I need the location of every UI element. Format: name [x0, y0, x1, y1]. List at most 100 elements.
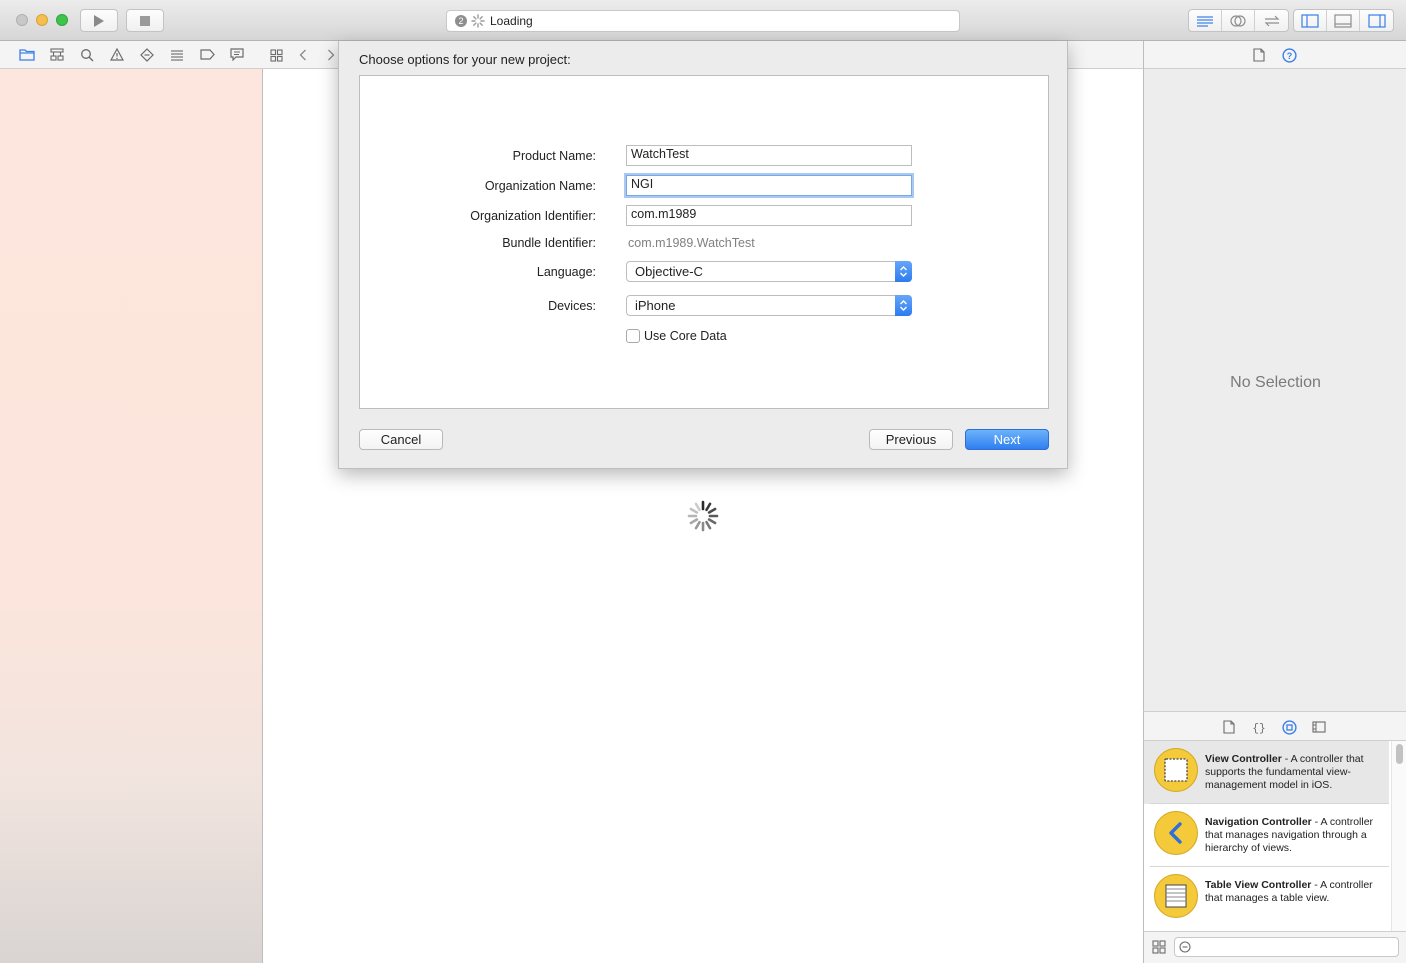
- grid-icon[interactable]: [1152, 940, 1166, 954]
- right-panel-icon: [1367, 13, 1386, 28]
- go-back-button[interactable]: [293, 45, 313, 65]
- film-icon: [1312, 721, 1326, 733]
- chevron-left-icon: [299, 49, 306, 61]
- debug-navigator-tab[interactable]: [162, 45, 192, 65]
- activity-text: Loading: [490, 14, 533, 28]
- toggle-navigator-button[interactable]: [1294, 10, 1327, 31]
- file-inspector-tab[interactable]: [1249, 45, 1269, 65]
- updown-chevron-icon: [895, 295, 912, 316]
- organization-name-label: Organization Name:: [484, 179, 596, 193]
- organization-identifier-field[interactable]: com.m1989: [626, 205, 912, 226]
- editor-mode-control: [1188, 9, 1289, 32]
- devices-value: iPhone: [635, 298, 676, 313]
- organization-identifier-label: Organization Identifier:: [470, 209, 596, 223]
- language-label: Language:: [536, 265, 596, 279]
- diamond-icon: [140, 47, 154, 62]
- navigator-area: [0, 69, 263, 963]
- view-controller-icon: [1154, 748, 1198, 792]
- devices-popup[interactable]: iPhone: [626, 295, 912, 316]
- symbol-navigator-tab[interactable]: [42, 45, 72, 65]
- left-panel-icon: [1301, 13, 1319, 28]
- table-view-controller-icon: [1154, 874, 1198, 918]
- file-template-library-tab[interactable]: [1219, 717, 1239, 737]
- find-navigator-tab[interactable]: [72, 45, 102, 65]
- code-snippet-library-tab[interactable]: {}: [1249, 717, 1269, 737]
- braces-icon: {}: [1252, 723, 1265, 734]
- xcode-window: 2 Loading ? No Selection {} View Control…: [0, 0, 1406, 963]
- close-window-button[interactable]: [16, 14, 28, 26]
- quick-help-tab[interactable]: ?: [1279, 45, 1299, 65]
- previous-button[interactable]: Previous: [869, 429, 953, 450]
- no-selection-label: No Selection: [1230, 374, 1321, 391]
- library-scrollbar[interactable]: [1391, 741, 1406, 931]
- filter-icon: [1179, 941, 1191, 953]
- tag-icon: [199, 49, 215, 60]
- library-filter-input[interactable]: [1174, 937, 1399, 957]
- folder-icon: [19, 49, 35, 61]
- standard-editor-button[interactable]: [1189, 10, 1222, 31]
- hierarchy-icon: [50, 48, 64, 61]
- document-icon: [1253, 48, 1265, 62]
- bundle-identifier-value: com.m1989.WatchTest: [628, 236, 755, 250]
- view-toggle-control: [1293, 9, 1394, 32]
- issue-navigator-tab[interactable]: [102, 45, 132, 65]
- loading-spinner-icon: [687, 500, 719, 532]
- version-editor-button[interactable]: [1255, 10, 1288, 31]
- bottom-panel-icon: [1334, 13, 1352, 28]
- next-button[interactable]: Next: [965, 429, 1049, 450]
- chevron-right-icon: [328, 49, 335, 61]
- object-library-tab[interactable]: [1279, 717, 1299, 737]
- assistant-rings-icon: [1230, 14, 1246, 27]
- swap-arrows-icon: [1264, 15, 1279, 26]
- scroll-thumb[interactable]: [1396, 744, 1403, 764]
- zoom-window-button[interactable]: [56, 14, 68, 26]
- use-core-data-checkbox[interactable]: [626, 329, 640, 343]
- run-button[interactable]: [80, 9, 118, 32]
- list-item[interactable]: Navigation Controller - A controller tha…: [1144, 804, 1389, 867]
- log-navigator-tab[interactable]: [222, 45, 252, 65]
- list-lines-icon: [171, 49, 183, 61]
- project-navigator-tab[interactable]: [12, 45, 42, 65]
- media-library-tab[interactable]: [1309, 717, 1329, 737]
- stop-icon: [140, 15, 150, 26]
- search-icon: [81, 48, 94, 61]
- toolbar: 2 Loading: [0, 0, 1406, 41]
- loading-spinner-icon: [471, 14, 485, 28]
- updown-chevron-icon: [895, 261, 912, 282]
- inspector-selector-bar: ?: [1143, 41, 1406, 69]
- organization-name-field[interactable]: NGI: [626, 175, 912, 196]
- toggle-debug-area-button[interactable]: [1327, 10, 1360, 31]
- product-name-label: Product Name:: [512, 149, 596, 163]
- toggle-utilities-button[interactable]: [1360, 10, 1393, 31]
- object-circle-icon: [1281, 719, 1297, 735]
- bundle-identifier-label: Bundle Identifier:: [502, 236, 596, 250]
- library-filter-bar: [1143, 931, 1406, 963]
- related-items-button[interactable]: [266, 45, 286, 65]
- options-panel: Product Name: WatchTest Organization Nam…: [359, 75, 1049, 409]
- use-core-data-label[interactable]: Use Core Data: [644, 329, 727, 343]
- stop-button[interactable]: [126, 9, 164, 32]
- speech-bubble-icon: [230, 48, 244, 61]
- minimize-window-button[interactable]: [36, 14, 48, 26]
- warning-icon: [110, 48, 124, 61]
- navigator-selector-bar: [0, 41, 263, 69]
- activity-viewer: 2 Loading: [446, 10, 960, 32]
- list-item[interactable]: View Controller - A controller that supp…: [1144, 741, 1389, 804]
- help-icon: ?: [1281, 47, 1297, 63]
- svg-text:{}: {}: [1252, 723, 1265, 734]
- grid-icon: [269, 48, 283, 62]
- new-project-options-sheet: Choose options for your new project: Pro…: [338, 41, 1068, 469]
- cancel-button[interactable]: Cancel: [359, 429, 443, 450]
- breakpoint-navigator-tab[interactable]: [192, 45, 222, 65]
- list-item[interactable]: Table View Controller - A controller tha…: [1144, 867, 1389, 930]
- list-item-title: Table View Controller: [1205, 879, 1312, 891]
- product-name-field[interactable]: WatchTest: [626, 145, 912, 166]
- object-library-list: View Controller - A controller that supp…: [1143, 741, 1406, 931]
- language-value: Objective-C: [635, 264, 703, 279]
- play-icon: [94, 14, 104, 27]
- assistant-editor-button[interactable]: [1222, 10, 1255, 31]
- library-selector-bar: {}: [1143, 711, 1406, 741]
- activity-badge: 2: [455, 15, 467, 27]
- test-navigator-tab[interactable]: [132, 45, 162, 65]
- language-popup[interactable]: Objective-C: [626, 261, 912, 282]
